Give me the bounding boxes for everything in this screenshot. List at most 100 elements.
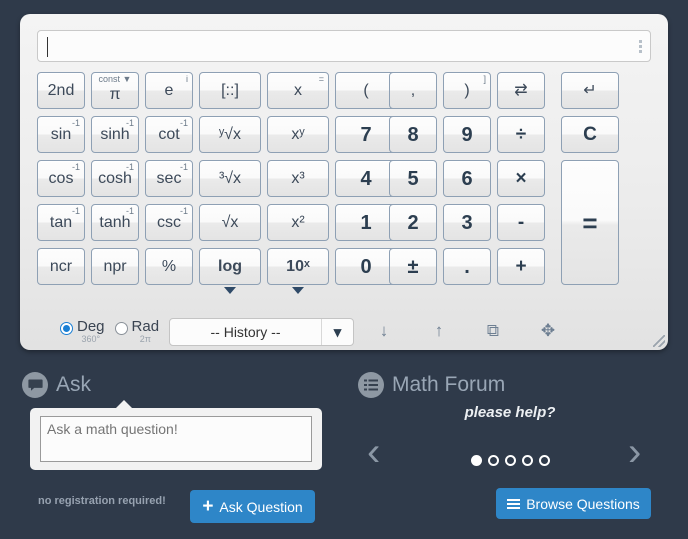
key-multiply-label: × (515, 168, 527, 189)
text-caret (47, 37, 48, 57)
browse-questions-button[interactable]: Browse Questions (496, 488, 651, 519)
key-pi[interactable]: const ▼ π (91, 72, 139, 109)
carousel-prev-icon[interactable]: ‹ (367, 432, 380, 472)
key-xcubed[interactable]: x³ (267, 160, 329, 197)
carousel-next-icon[interactable]: › (628, 432, 641, 472)
key-tanh[interactable]: -1 tanh (91, 204, 139, 241)
key-percent[interactable]: % (145, 248, 193, 285)
key-ncr[interactable]: ncr (37, 248, 85, 285)
key-tan[interactable]: -1 tan (37, 204, 85, 241)
key-comma[interactable]: , (389, 72, 437, 109)
key-3-label: 3 (461, 211, 473, 234)
key-x[interactable]: = x (267, 72, 329, 109)
key-ncr-label: ncr (49, 257, 73, 275)
key-5[interactable]: 5 (389, 160, 437, 197)
key-matrix[interactable]: [::] (199, 72, 261, 109)
key-cot-label: cot (158, 125, 180, 143)
key-rparen-superscript: ] (483, 74, 486, 84)
key-multiply[interactable]: × (497, 160, 545, 197)
key-swap[interactable]: ⇄ (497, 72, 545, 109)
key-log-expander-icon[interactable] (224, 287, 236, 294)
key-equals[interactable]: = (561, 160, 619, 285)
key-2nd[interactable]: 2nd (37, 72, 85, 109)
carousel-dot[interactable] (538, 455, 550, 466)
key-6[interactable]: 6 (443, 160, 491, 197)
key-7[interactable]: 7 (335, 116, 397, 153)
key-enter[interactable]: ↵ (561, 72, 619, 109)
key-1-label: 1 (360, 211, 372, 234)
key-rparen[interactable]: ]) (443, 72, 491, 109)
key-xpowy[interactable]: xʸ (267, 116, 329, 153)
key-cosh[interactable]: -1 cosh (91, 160, 139, 197)
key-minus[interactable]: - (497, 204, 545, 241)
kebab-menu-icon[interactable] (630, 31, 650, 61)
key-2nd-label: 2nd (47, 81, 75, 99)
key-cos-superscript: -1 (71, 162, 80, 172)
key-csc[interactable]: -1 csc (145, 204, 193, 241)
key-tenpowx-expander-icon[interactable] (292, 287, 304, 294)
key-sec[interactable]: -1 sec (145, 160, 193, 197)
key-9[interactable]: 9 (443, 116, 491, 153)
key-plusminus[interactable]: ± (389, 248, 437, 285)
key-cos[interactable]: -1 cos (37, 160, 85, 197)
ask-question-textarea[interactable] (40, 416, 312, 462)
key-4-label: 4 (360, 167, 372, 190)
key-sin[interactable]: -1 sin (37, 116, 85, 153)
carousel-dot[interactable] (487, 455, 499, 466)
calculator-display[interactable] (37, 30, 651, 62)
key-e-superscript: i (186, 74, 188, 84)
key-1[interactable]: 1 (335, 204, 397, 241)
carousel-dot[interactable] (521, 455, 533, 466)
angle-mode-sublabel: 360° (81, 333, 101, 344)
key-x-label: x (294, 81, 302, 99)
ask-question-button[interactable]: + Ask Question (190, 490, 315, 523)
browse-questions-label: Browse Questions (526, 495, 640, 512)
key-3[interactable]: 3 (443, 204, 491, 241)
carousel-dot[interactable] (470, 455, 482, 466)
key-plus[interactable]: + (497, 248, 545, 285)
expression-input[interactable] (38, 31, 630, 61)
chevron-down-icon[interactable]: ▾ (321, 319, 353, 345)
radio-deg[interactable] (60, 322, 73, 335)
ask-registration-note: no registration required! (38, 495, 166, 507)
history-dropdown[interactable]: -- History -- ▾ (169, 318, 354, 346)
key-ynthroot[interactable]: ʸ√x (199, 116, 261, 153)
key-cot[interactable]: -1 cot (145, 116, 193, 153)
key-e[interactable]: ie (145, 72, 193, 109)
key-decimal[interactable]: . (443, 248, 491, 285)
key-6-label: 6 (461, 167, 473, 190)
angle-mode-deg-text: Deg 360° (77, 319, 105, 344)
key-4[interactable]: 4 (335, 160, 397, 197)
key-xsquared-label: x² (291, 213, 305, 231)
key-sqrt[interactable]: √x (199, 204, 261, 241)
move-icon[interactable]: ✥ (534, 317, 562, 345)
angle-mode-rad[interactable]: Rad 2π (114, 319, 159, 344)
key-2[interactable]: 2 (389, 204, 437, 241)
arrow-down-icon[interactable]: ↓ (370, 317, 398, 345)
key-cuberoot[interactable]: ³√x (199, 160, 261, 197)
forum-question-quote: please help? (464, 404, 556, 421)
resize-handle[interactable] (653, 335, 665, 347)
save-icon[interactable]: ⧉ (479, 317, 507, 345)
radio-rad[interactable] (114, 322, 128, 335)
key-minus-label: - (517, 212, 525, 233)
key-clear[interactable]: C (561, 116, 619, 153)
key-tan-label: tan (49, 213, 73, 231)
key-plusminus-label: ± (407, 255, 419, 278)
carousel-dot[interactable] (504, 455, 516, 466)
key-cosh-label: cosh (98, 169, 132, 187)
arrow-up-icon[interactable]: ↑ (425, 317, 453, 345)
key-xsquared[interactable]: x² (267, 204, 329, 241)
key-8[interactable]: 8 (389, 116, 437, 153)
key-npr[interactable]: npr (91, 248, 139, 285)
speech-bubble-icon (22, 372, 48, 398)
key-lparen[interactable]: [( (335, 72, 397, 109)
key-log[interactable]: log (199, 248, 261, 285)
key-sinh[interactable]: -1 sinh (91, 116, 139, 153)
key-divide[interactable]: ÷ (497, 116, 545, 153)
key-tenpowx[interactable]: 10ˣ (267, 248, 329, 285)
key-0[interactable]: 0 (335, 248, 397, 285)
key-clear-label: C (583, 124, 597, 145)
angle-mode-group: Deg 360° Rad 2π (60, 319, 169, 344)
angle-mode-deg[interactable]: Deg 360° (60, 319, 105, 344)
